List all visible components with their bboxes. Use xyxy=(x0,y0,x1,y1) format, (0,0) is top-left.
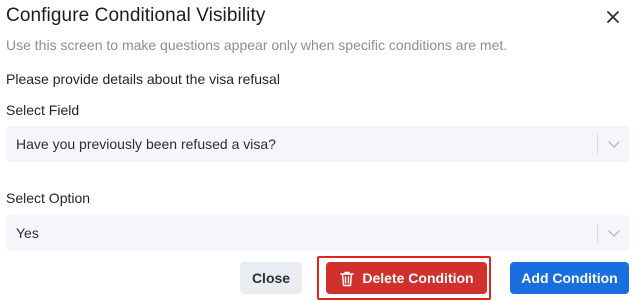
dropdown-separator xyxy=(597,134,598,154)
question-context-label: Please provide details about the visa re… xyxy=(6,71,280,87)
dialog-title: Configure Conditional Visibility xyxy=(6,5,266,26)
select-field-label: Select Field xyxy=(6,102,80,118)
trash-icon xyxy=(340,271,355,286)
add-condition-button[interactable]: Add Condition xyxy=(510,262,629,294)
select-option-value: Yes xyxy=(16,225,39,241)
select-option-label: Select Option xyxy=(6,190,91,206)
close-icon[interactable] xyxy=(604,8,622,26)
chevron-down-icon[interactable] xyxy=(606,137,622,151)
delete-condition-button[interactable]: Delete Condition xyxy=(326,262,487,294)
select-field-value: Have you previously been refused a visa? xyxy=(16,136,276,152)
chevron-down-icon[interactable] xyxy=(606,226,622,240)
dialog-subtitle: Use this screen to make questions appear… xyxy=(6,37,508,53)
dropdown-separator xyxy=(597,223,598,243)
select-field-dropdown[interactable]: Have you previously been refused a visa? xyxy=(6,126,629,162)
select-option-dropdown[interactable]: Yes xyxy=(6,215,629,251)
conditional-visibility-dialog: Configure Conditional Visibility Use thi… xyxy=(0,0,639,301)
close-button[interactable]: Close xyxy=(240,262,302,294)
delete-condition-label: Delete Condition xyxy=(362,270,474,286)
